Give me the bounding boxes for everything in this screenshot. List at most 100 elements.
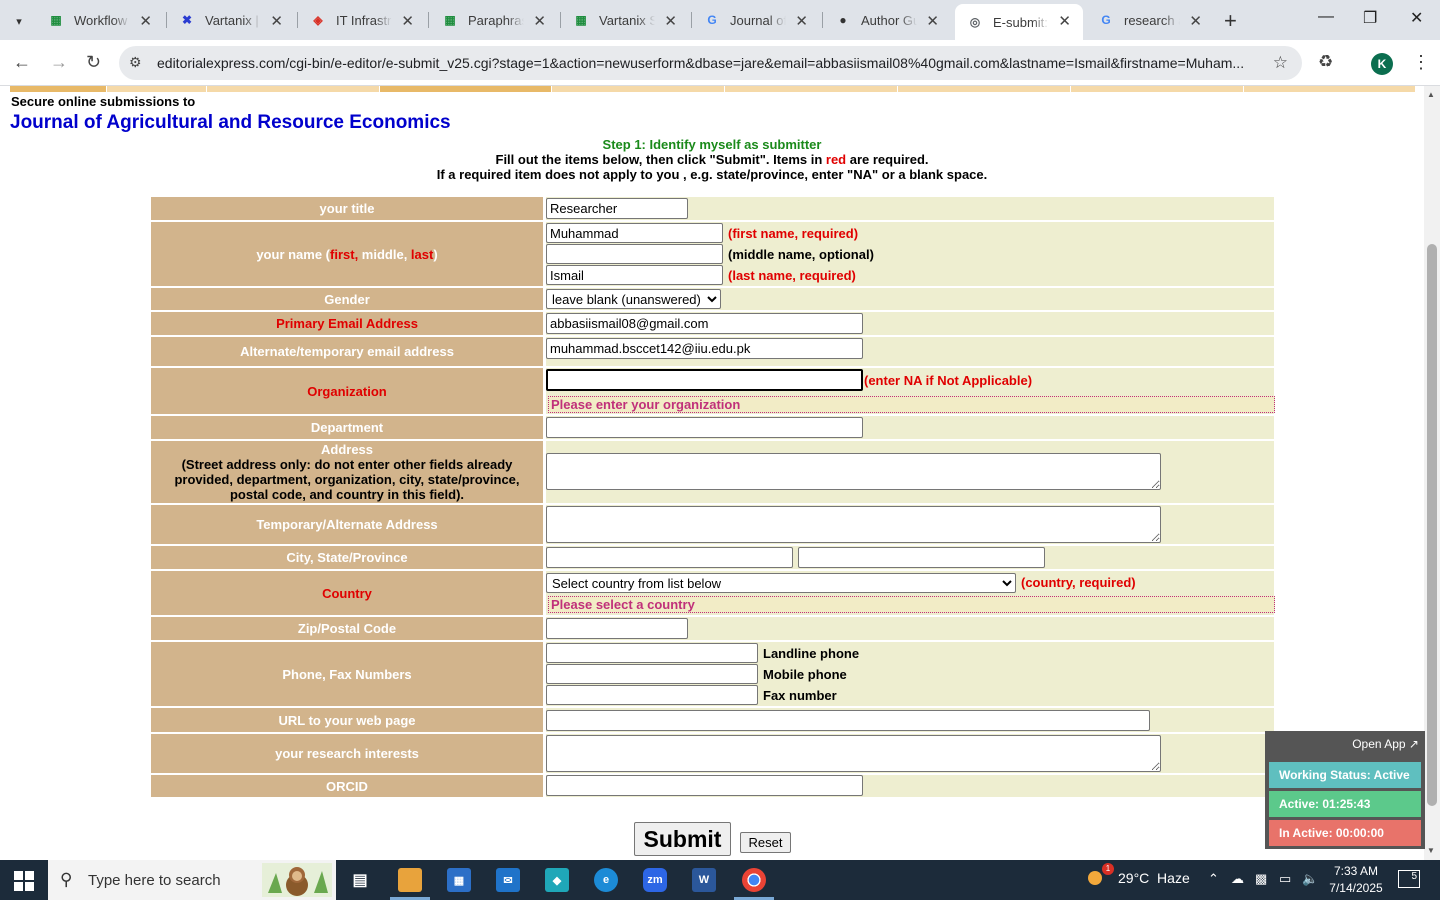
sheets-icon: ▦ <box>575 13 587 27</box>
taskbar-clock[interactable]: 7:33 AM 7/14/2025 <box>1326 863 1386 897</box>
nav-strip-segment[interactable] <box>10 86 107 92</box>
address-row <box>543 441 1274 503</box>
wifi-icon[interactable]: ▭ <box>1279 871 1291 887</box>
nav-strip-segment[interactable] <box>898 86 1071 92</box>
site-info-icon[interactable]: ⚙ <box>129 54 142 71</box>
country-hint: (country, required) <box>1021 575 1136 590</box>
organization-input[interactable] <box>546 369 863 391</box>
taskbar-search-box[interactable]: ⚲ Type here to search <box>48 860 336 900</box>
name-label: your name (first, middle, last) <box>151 222 543 286</box>
close-tab-icon[interactable]: ✕ <box>533 12 546 30</box>
close-tab-icon[interactable]: ✕ <box>139 12 152 30</box>
word-icon[interactable]: W <box>692 868 716 892</box>
open-app-link[interactable]: Open App ↗ <box>1352 737 1419 751</box>
nav-strip-segment[interactable] <box>380 86 552 92</box>
url-input[interactable] <box>546 710 1150 731</box>
task-view-icon[interactable]: ▤ <box>348 868 372 892</box>
chrome-icon[interactable] <box>742 868 766 892</box>
department-input[interactable] <box>546 417 863 438</box>
browser-menu-icon[interactable]: ⋮ <box>1412 52 1430 73</box>
tab-search-button[interactable]: ▾ <box>6 8 32 34</box>
title-input[interactable] <box>546 198 688 219</box>
forward-icon[interactable]: → <box>50 52 68 73</box>
bookmark-star-icon[interactable]: ☆ <box>1273 53 1288 73</box>
close-window-button[interactable]: ✕ <box>1410 8 1423 28</box>
microsoft-store-icon[interactable]: ▦ <box>447 868 471 892</box>
weather-widget[interactable]: 1 29°C Haze <box>1084 863 1190 887</box>
profile-avatar[interactable]: K <box>1371 53 1393 75</box>
extensions-icon[interactable]: ♻ <box>1318 52 1333 72</box>
page-scrollbar[interactable]: ▲ ▼ <box>1424 86 1440 860</box>
reset-button[interactable]: Reset <box>740 832 791 853</box>
fax-input[interactable] <box>546 685 758 705</box>
browser-tab[interactable]: ◎ E-submit: s ✕ <box>955 4 1083 40</box>
nav-strip-segment[interactable] <box>207 86 380 92</box>
url-row <box>543 708 1274 732</box>
notification-center-icon[interactable]: 5 <box>1398 870 1420 888</box>
zip-input[interactable] <box>546 618 688 639</box>
volume-muted-icon[interactable]: 🔈 <box>1302 871 1318 887</box>
url-text[interactable]: editorialexpress.com/cgi-bin/e-editor/e-… <box>157 55 1262 71</box>
close-tab-icon[interactable]: ✕ <box>664 12 677 30</box>
first-name-input[interactable] <box>546 223 723 243</box>
edge-icon[interactable]: e <box>594 868 618 892</box>
instructions-line-2: If a required item does not apply to you… <box>436 167 988 182</box>
state-input[interactable] <box>798 547 1045 568</box>
file-explorer-icon[interactable] <box>398 868 422 892</box>
browser-tab[interactable]: ▦ Vartanix Se ✕ <box>561 4 689 36</box>
tray-chevron-up-icon[interactable]: ⌃ <box>1208 871 1219 887</box>
browser-tab[interactable]: G Journal of A ✕ <box>692 4 820 36</box>
scroll-up-icon[interactable]: ▲ <box>1427 90 1435 99</box>
nav-strip-segment[interactable] <box>725 86 898 92</box>
submit-button[interactable]: Submit <box>634 822 731 856</box>
scrollbar-thumb[interactable] <box>1427 244 1437 806</box>
zoom-icon[interactable]: zm <box>643 868 667 892</box>
close-tab-icon[interactable]: ✕ <box>270 12 283 30</box>
reload-icon[interactable]: ↻ <box>86 52 101 73</box>
gender-select[interactable]: leave blank (unanswered) <box>546 289 721 309</box>
browser-tab[interactable]: ▦ Paraphrasin ✕ <box>430 4 558 36</box>
nav-strip-segment[interactable] <box>107 86 207 92</box>
browser-tab[interactable]: ◈ IT Infrastru ✕ <box>298 4 426 36</box>
sheets-icon: ▦ <box>444 13 456 27</box>
nav-strip-segment[interactable] <box>1071 86 1244 92</box>
onedrive-cloud-icon[interactable]: ☁ <box>1231 871 1244 887</box>
address-bar[interactable]: ⚙ editorialexpress.com/cgi-bin/e-editor/… <box>119 46 1302 80</box>
middle-name-input[interactable] <box>546 244 723 264</box>
windows-start-icon[interactable] <box>14 871 34 891</box>
gender-row: leave blank (unanswered) <box>543 288 1274 310</box>
country-select[interactable]: Select country from list below <box>546 573 1016 593</box>
minimize-button[interactable]: — <box>1318 8 1334 26</box>
department-row <box>543 416 1274 439</box>
browser-tab[interactable]: ✖ Vartanix | S ✕ <box>167 4 295 36</box>
scroll-down-icon[interactable]: ▼ <box>1427 846 1435 855</box>
mail-icon[interactable]: ✉ <box>496 868 520 892</box>
close-tab-icon[interactable]: ✕ <box>795 12 808 30</box>
alt-email-input[interactable] <box>546 338 863 359</box>
close-tab-icon[interactable]: ✕ <box>401 12 414 30</box>
instructions-red-word: red <box>825 152 847 167</box>
network-status-icon[interactable]: ▩ <box>1255 871 1267 887</box>
nav-strip-segment[interactable] <box>1244 86 1416 92</box>
app-diamond-icon[interactable]: ◆ <box>545 868 569 892</box>
browser-tab[interactable]: ▦ Workflow F ✕ <box>36 4 164 36</box>
back-icon[interactable]: ← <box>13 52 31 73</box>
temp-address-textarea[interactable] <box>546 506 1161 543</box>
new-tab-button[interactable]: + <box>1224 8 1237 34</box>
city-input[interactable] <box>546 547 793 568</box>
landline-input[interactable] <box>546 643 758 663</box>
restore-button[interactable]: ❐ <box>1363 8 1377 28</box>
close-tab-icon[interactable]: ✕ <box>1058 12 1071 30</box>
mobile-input[interactable] <box>546 664 758 684</box>
close-tab-icon[interactable]: ✕ <box>1189 12 1202 30</box>
primary-email-input[interactable] <box>546 313 863 334</box>
orcid-input[interactable] <box>546 775 863 796</box>
address-textarea[interactable] <box>546 453 1161 490</box>
research-textarea[interactable] <box>546 735 1161 772</box>
last-name-input[interactable] <box>546 265 723 285</box>
nav-strip-segment[interactable] <box>552 86 725 92</box>
organization-error: Please enter your organization <box>548 396 1275 413</box>
browser-tab[interactable]: ● Author Gui ✕ <box>823 4 951 36</box>
browser-tab[interactable]: Gresearch as ✕ <box>1086 4 1214 36</box>
close-tab-icon[interactable]: ✕ <box>926 12 939 30</box>
